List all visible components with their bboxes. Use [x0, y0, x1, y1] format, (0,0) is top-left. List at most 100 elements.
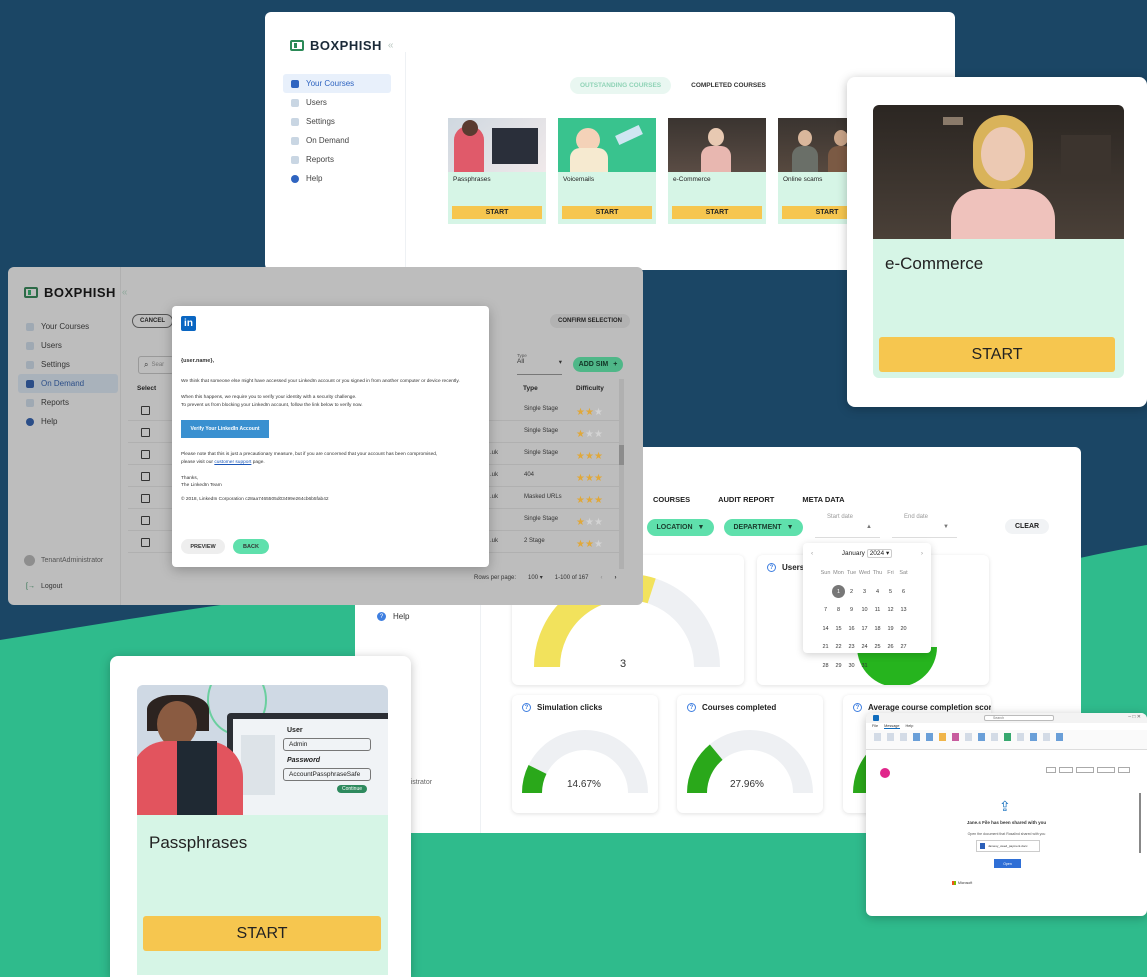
logout-link[interactable]: [→ Logout	[26, 583, 62, 590]
calendar-day[interactable]: 3	[858, 585, 871, 598]
sidebar-item-your-courses[interactable]: Your Courses	[18, 317, 118, 336]
sidebar-item-help[interactable]: Help	[283, 169, 391, 188]
sidebar-item-users[interactable]: Users	[283, 93, 391, 112]
confirm-selection-button[interactable]: CONFIRM SELECTION	[550, 314, 630, 328]
tab-audit-report[interactable]: AUDIT REPORT	[718, 495, 774, 504]
sidebar-item-on-demand[interactable]: On Demand	[283, 131, 391, 150]
prev-page-icon[interactable]: ‹	[600, 575, 602, 581]
sidebar-item-reports[interactable]: Reports	[18, 393, 118, 412]
calendar-day[interactable]: 27	[897, 641, 910, 654]
calendar-day[interactable]: 6	[897, 585, 910, 598]
ecommerce-course-card[interactable]: e-Commerce START	[847, 77, 1147, 407]
row-checkbox[interactable]	[141, 450, 150, 459]
sidebar-item-on-demand[interactable]: On Demand	[18, 374, 118, 393]
calendar-day[interactable]: 23	[845, 641, 858, 654]
calendar-day[interactable]: 9	[845, 604, 858, 617]
calendar-day[interactable]: 11	[871, 604, 884, 617]
window-controls-icon[interactable]: – □ ✕	[1128, 714, 1141, 720]
calendar-day[interactable]: 20	[897, 622, 910, 635]
calendar-day[interactable]: 26	[884, 641, 897, 654]
location-filter[interactable]: LOCATION ▼	[647, 519, 714, 536]
start-button[interactable]: START	[879, 337, 1115, 372]
calendar-day[interactable]: 5	[884, 585, 897, 598]
row-checkbox[interactable]	[141, 406, 150, 415]
calendar-day[interactable]: 30	[845, 659, 858, 672]
calendar-day[interactable]: 2	[845, 585, 858, 598]
calendar-day[interactable]: 31	[858, 659, 871, 672]
calendar-day[interactable]: 16	[845, 622, 858, 635]
sidebar-item-your-courses[interactable]: Your Courses	[283, 74, 391, 93]
tab-outstanding-courses[interactable]: OUTSTANDING COURSES	[570, 77, 672, 94]
course-card[interactable]: Voicemails START	[558, 118, 656, 224]
search-input[interactable]: Search	[984, 715, 1054, 721]
sidebar-item-settings[interactable]: Settings	[283, 112, 391, 131]
user-field: Admin	[283, 738, 371, 751]
menu-message[interactable]: Message	[884, 724, 900, 729]
sidebar-item-reports[interactable]: Reports	[283, 150, 391, 169]
calendar-day[interactable]: 14	[819, 622, 832, 635]
search-input[interactable]: ⌕ Sear	[138, 356, 174, 374]
calendar-day[interactable]: 19	[884, 622, 897, 635]
department-filter[interactable]: DEPARTMENT ▼	[724, 519, 803, 536]
back-button[interactable]: BACK	[233, 539, 269, 554]
tab-meta-data[interactable]: META DATA	[802, 495, 844, 504]
calendar-day[interactable]: 28	[819, 659, 832, 672]
sidebar-item-help[interactable]: Help	[18, 412, 118, 431]
calendar-day[interactable]: 7	[819, 604, 832, 617]
row-checkbox[interactable]	[141, 516, 150, 525]
end-date-field[interactable]: End date ▼	[892, 514, 957, 538]
calendar-day[interactable]: 21	[819, 641, 832, 654]
calendar-day[interactable]: 24	[858, 641, 871, 654]
sidebar-item-settings[interactable]: Settings	[18, 355, 118, 374]
calendar-day[interactable]: 1	[832, 585, 845, 598]
row-checkbox[interactable]	[141, 538, 150, 547]
course-card[interactable]: e-Commerce START	[668, 118, 766, 224]
cancel-button[interactable]: CANCEL	[132, 314, 173, 328]
scrollbar[interactable]	[1139, 793, 1141, 853]
open-button[interactable]: Open	[994, 859, 1021, 868]
tab-courses[interactable]: COURSES	[653, 495, 690, 504]
row-checkbox[interactable]	[141, 472, 150, 481]
copyright-text: © 2018, LinkedIn Corporation c28aa746550…	[181, 497, 329, 502]
month-select[interactable]: January 2024 ▾	[842, 549, 893, 558]
start-button[interactable]: START	[672, 206, 762, 219]
menu-help[interactable]: Help	[906, 724, 914, 729]
menu-file[interactable]: File	[872, 724, 878, 729]
next-page-icon[interactable]: ›	[614, 575, 616, 581]
prev-month-icon[interactable]: ‹	[811, 550, 813, 557]
users-icon	[291, 98, 299, 107]
file-attachment[interactable]: Jamesy_owed_payment.docx	[976, 840, 1040, 852]
scrollbar[interactable]	[619, 379, 624, 569]
tab-completed-courses[interactable]: COMPLETED COURSES	[681, 77, 776, 94]
sidebar-item-help[interactable]: ? Help	[377, 612, 409, 621]
next-month-icon[interactable]: ›	[921, 550, 923, 557]
start-date-field[interactable]: Start date ▲	[815, 514, 880, 538]
row-checkbox[interactable]	[141, 428, 150, 437]
customer-support-link[interactable]: customer support	[214, 460, 251, 465]
calendar-day[interactable]: 13	[897, 604, 910, 617]
clear-button[interactable]: CLEAR	[1005, 519, 1049, 534]
verify-account-button[interactable]: Verify Your LinkedIn Account	[181, 420, 269, 438]
passphrases-course-card[interactable]: User Admin Password AccountPassphraseSaf…	[110, 656, 411, 977]
calendar-day[interactable]: 25	[871, 641, 884, 654]
type-filter[interactable]: Type All ▾	[517, 353, 562, 375]
start-button[interactable]: START	[562, 206, 652, 219]
rows-per-page-select[interactable]: 100 ▾	[528, 574, 543, 581]
calendar-day[interactable]: 18	[871, 622, 884, 635]
calendar-day[interactable]: 22	[832, 641, 845, 654]
calendar-day[interactable]: 17	[858, 622, 871, 635]
start-button[interactable]: START	[452, 206, 542, 219]
calendar-day[interactable]: 10	[858, 604, 871, 617]
course-card[interactable]: Passphrases START	[448, 118, 546, 224]
calendar-day[interactable]: 12	[884, 604, 897, 617]
start-button[interactable]: START	[143, 916, 381, 951]
tenant-admin[interactable]: TenantAdministrator	[24, 555, 103, 566]
calendar-day[interactable]: 8	[832, 604, 845, 617]
add-sim-button[interactable]: ADD SIM +	[573, 357, 623, 372]
row-checkbox[interactable]	[141, 494, 150, 503]
calendar-day[interactable]: 4	[871, 585, 884, 598]
calendar-day[interactable]: 15	[832, 622, 845, 635]
preview-button[interactable]: PREVIEW	[181, 539, 225, 554]
sidebar-item-users[interactable]: Users	[18, 336, 118, 355]
calendar-day[interactable]: 29	[832, 659, 845, 672]
